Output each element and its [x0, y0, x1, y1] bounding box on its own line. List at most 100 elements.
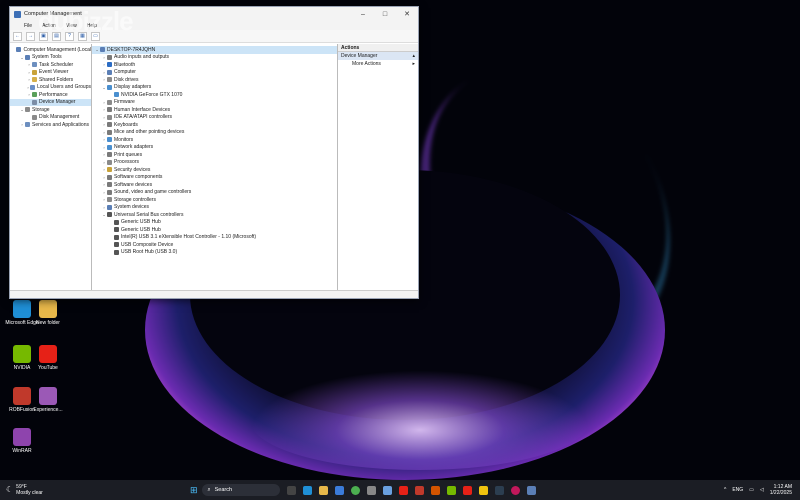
device-row[interactable]: Intel(R) USB 3.1 eXtensible Host Control…	[92, 234, 337, 242]
app-icon-3[interactable]	[414, 485, 424, 495]
computer-management-task-icon[interactable]	[526, 485, 536, 495]
device-row[interactable]: › System devices	[92, 204, 337, 212]
app-icon-1[interactable]	[366, 485, 376, 495]
app-icon-7[interactable]	[478, 485, 488, 495]
device-label: Network adapters	[114, 144, 154, 151]
console-tree-row[interactable]: Device Manager	[10, 98, 91, 106]
device-label: Bluetooth	[114, 61, 136, 68]
task-view-icon[interactable]	[286, 485, 296, 495]
device-row[interactable]: › Computer	[92, 69, 337, 77]
collapse-icon[interactable]: ▴	[412, 53, 415, 59]
app-icon-5[interactable]	[446, 485, 456, 495]
device-row[interactable]: › Processors	[92, 159, 337, 167]
volume-icon[interactable]: ◁	[760, 487, 764, 493]
app-icon-8[interactable]	[494, 485, 504, 495]
device-row[interactable]: › Bluetooth	[92, 61, 337, 69]
device-row[interactable]: › Firmware	[92, 99, 337, 107]
device-label: Generic USB Hub	[121, 226, 161, 233]
actions-section-label: Device Manager	[341, 53, 378, 59]
app-icon-4[interactable]	[430, 485, 440, 495]
chrome-icon[interactable]	[350, 485, 360, 495]
device-row[interactable]: ⌄ Universal Serial Bus controllers	[92, 211, 337, 219]
device-row[interactable]: Generic USB Hub	[92, 226, 337, 234]
device-node-icon	[107, 144, 112, 150]
desktop-shortcut[interactable]: WinRAR	[4, 428, 40, 454]
console-tree-node-icon	[25, 107, 30, 113]
console-tree-row[interactable]: ⌄ System Tools	[10, 54, 91, 62]
forward-icon[interactable]: →	[26, 31, 35, 41]
device-row[interactable]: › Storage controllers	[92, 196, 337, 204]
computer-management-window[interactable]: Computer Management – □ ✕ File Action Vi…	[9, 6, 419, 299]
start-icon[interactable]: ⊞	[190, 485, 198, 496]
device-row[interactable]: NVIDIA GeForce GTX 1070	[92, 91, 337, 99]
submenu-arrow-icon: ▸	[412, 61, 415, 67]
console-tree-row[interactable]: › Services and Applications	[10, 121, 91, 129]
device-row[interactable]: › Print queues	[92, 151, 337, 159]
device-label: Print queues	[114, 151, 143, 158]
desktop-shortcut[interactable]: YouTube	[30, 345, 66, 371]
more-actions[interactable]: More Actions ▸	[338, 60, 418, 68]
device-row[interactable]: › Sound, video and game controllers	[92, 189, 337, 197]
network-icon[interactable]: ▭	[749, 487, 754, 493]
system-tray: ^ ENG ▭ ◁ 1:12 AM 1/22/2025	[724, 484, 800, 496]
youtube-icon[interactable]	[398, 485, 408, 495]
chevron-up-icon[interactable]: ^	[724, 487, 726, 493]
minimize-button[interactable]: –	[352, 7, 374, 21]
device-row[interactable]: › Audio inputs and outputs	[92, 54, 337, 62]
console-tree-row[interactable]: Computer Management (Local	[10, 46, 91, 54]
device-tree: ⌄ DESKTOP-7R4JQHN › Audio inputs and output…	[92, 44, 338, 290]
console-tree-node-icon	[32, 77, 37, 83]
console-tree-row[interactable]: ⌄ Storage	[10, 106, 91, 114]
device-row[interactable]: Generic USB Hub	[92, 219, 337, 227]
search-box[interactable]: ⌕ Search	[201, 484, 280, 496]
device-row[interactable]: USB Root Hub (USB 3.0)	[92, 249, 337, 257]
weather-desc: Mostly clear	[16, 490, 43, 496]
device-row[interactable]: › Network adapters	[92, 144, 337, 152]
device-node-icon	[107, 204, 112, 210]
device-row[interactable]: › Disk drives	[92, 76, 337, 84]
shortcut-icon	[13, 345, 31, 363]
taskbar: ☾ 59°F Mostly clear ⊞ ⌕ Search ^ ENG ▭ ◁…	[0, 480, 800, 500]
menu-file[interactable]: File	[24, 23, 32, 29]
device-node-icon	[114, 249, 119, 255]
device-row[interactable]: › Mice and other pointing devices	[92, 129, 337, 137]
device-row[interactable]: › Human Interface Devices	[92, 106, 337, 114]
weather-widget[interactable]: ☾ 59°F Mostly clear	[0, 484, 90, 496]
file-explorer-icon[interactable]	[318, 485, 328, 495]
computer-management-icon	[14, 10, 21, 18]
device-row[interactable]: › Software components	[92, 174, 337, 182]
console-tree-row[interactable]: › Event Viewer	[10, 69, 91, 77]
store-icon[interactable]	[334, 485, 344, 495]
desktop-shortcut[interactable]: Experience...	[30, 387, 66, 413]
app-icon-2[interactable]	[382, 485, 392, 495]
edge-icon[interactable]	[302, 485, 312, 495]
device-row[interactable]: › Keyboards	[92, 121, 337, 129]
maximize-button[interactable]: □	[374, 7, 396, 21]
device-row[interactable]: › IDE ATA/ATAPI controllers	[92, 114, 337, 122]
console-tree-row[interactable]: › Shared Folders	[10, 76, 91, 84]
desktop-shortcut[interactable]: New folder	[30, 300, 66, 326]
device-label: Generic USB Hub	[121, 219, 161, 226]
device-row[interactable]: › Monitors	[92, 136, 337, 144]
device-row[interactable]: › Security devices	[92, 166, 337, 174]
back-icon[interactable]: ←	[13, 31, 22, 41]
device-row[interactable]: ⌄ DESKTOP-7R4JQHN	[92, 46, 337, 54]
actions-device-manager[interactable]: Device Manager ▴	[338, 52, 418, 60]
console-tree-row[interactable]: › Task Scheduler	[10, 61, 91, 69]
device-node-icon	[100, 47, 105, 53]
app-icon-9[interactable]	[510, 485, 520, 495]
device-node-icon	[107, 197, 112, 203]
device-label: Mice and other pointing devices	[114, 129, 185, 136]
device-label: Software devices	[114, 181, 153, 188]
app-icon-6[interactable]	[462, 485, 472, 495]
device-row[interactable]: ⌄ Display adapters	[92, 84, 337, 92]
device-row[interactable]: › Software devices	[92, 181, 337, 189]
console-tree-row[interactable]: › Performance	[10, 91, 91, 99]
language-indicator[interactable]: ENG	[732, 487, 743, 493]
console-tree-row[interactable]: › Local Users and Groups	[10, 84, 91, 92]
device-row[interactable]: USB Composite Device	[92, 241, 337, 249]
clock[interactable]: 1:12 AM 1/22/2025	[770, 484, 792, 496]
close-button[interactable]: ✕	[396, 7, 418, 21]
actions-title: Actions	[338, 44, 418, 52]
console-tree-row[interactable]: Disk Management	[10, 114, 91, 122]
